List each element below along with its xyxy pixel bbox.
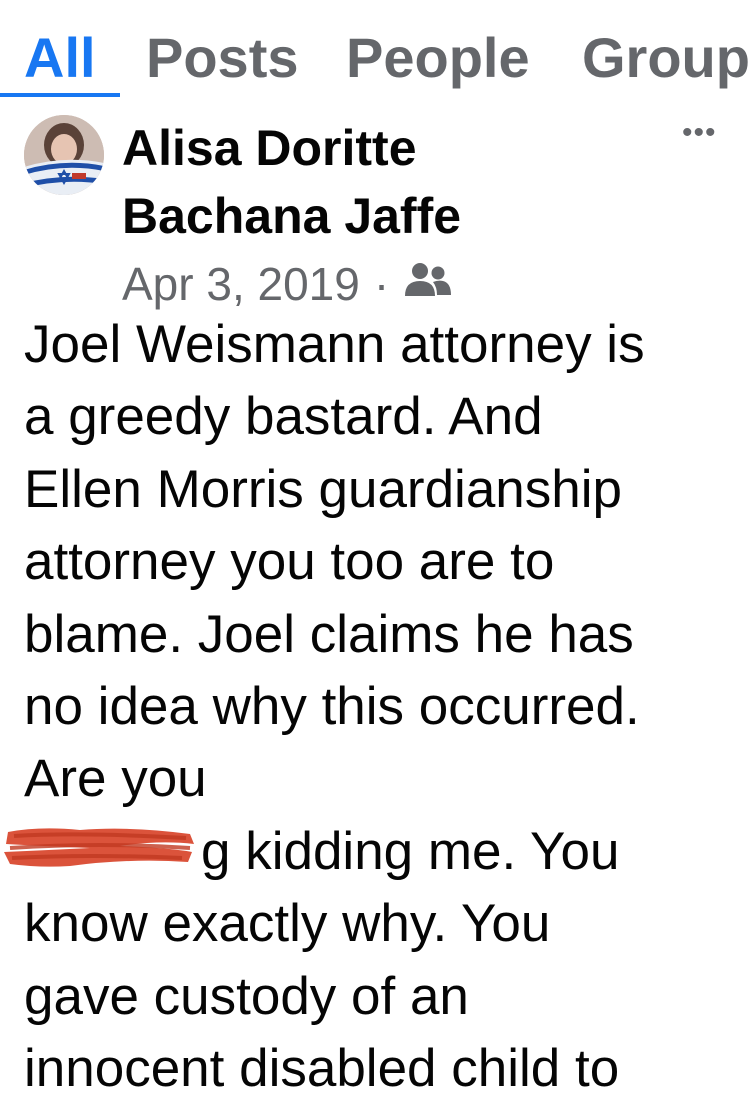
post-body-line: Ellen Morris guardianship xyxy=(24,459,623,519)
search-tabs: All Posts People Group xyxy=(0,0,750,98)
post-body-line: innocent disabled child to xyxy=(24,1038,620,1098)
tab-people[interactable]: People xyxy=(346,24,530,92)
post-body-line: Joel Weismann attorney is xyxy=(24,315,645,374)
post-body-line: a greedy bastard. And xyxy=(24,387,543,447)
tab-all[interactable]: All xyxy=(24,24,96,92)
avatar-image xyxy=(24,115,104,195)
post-body: Joel Weismann attorney is a greedy basta… xyxy=(24,309,744,1105)
post-date[interactable]: Apr 3, 2019 xyxy=(122,257,360,311)
post-body-line: Are you xyxy=(24,749,207,809)
post-author-name[interactable]: Alisa Doritte Bachana Jaffe xyxy=(122,114,642,250)
post-body-line: blame. Joel claims he has xyxy=(24,604,634,664)
post-meta: Apr 3, 2019 · xyxy=(122,256,453,312)
post-body-line: gave custody of an xyxy=(24,966,469,1026)
tab-groups[interactable]: Group xyxy=(582,24,750,92)
more-options-icon[interactable]: ••• xyxy=(682,118,717,148)
redaction-scribble xyxy=(4,828,194,867)
avatar[interactable] xyxy=(24,115,104,195)
active-tab-indicator xyxy=(0,93,120,97)
post-body-line: know exactly why. You xyxy=(24,894,551,954)
meta-separator: · xyxy=(373,258,390,310)
post-body-line: attorney you too are to xyxy=(24,532,555,592)
post-body-line: no idea why this occurred. xyxy=(24,676,640,736)
tab-posts[interactable]: Posts xyxy=(146,24,299,92)
friends-icon[interactable] xyxy=(403,257,453,311)
author-name-line: Alisa Doritte xyxy=(122,120,417,176)
author-name-line: Bachana Jaffe xyxy=(122,188,462,244)
